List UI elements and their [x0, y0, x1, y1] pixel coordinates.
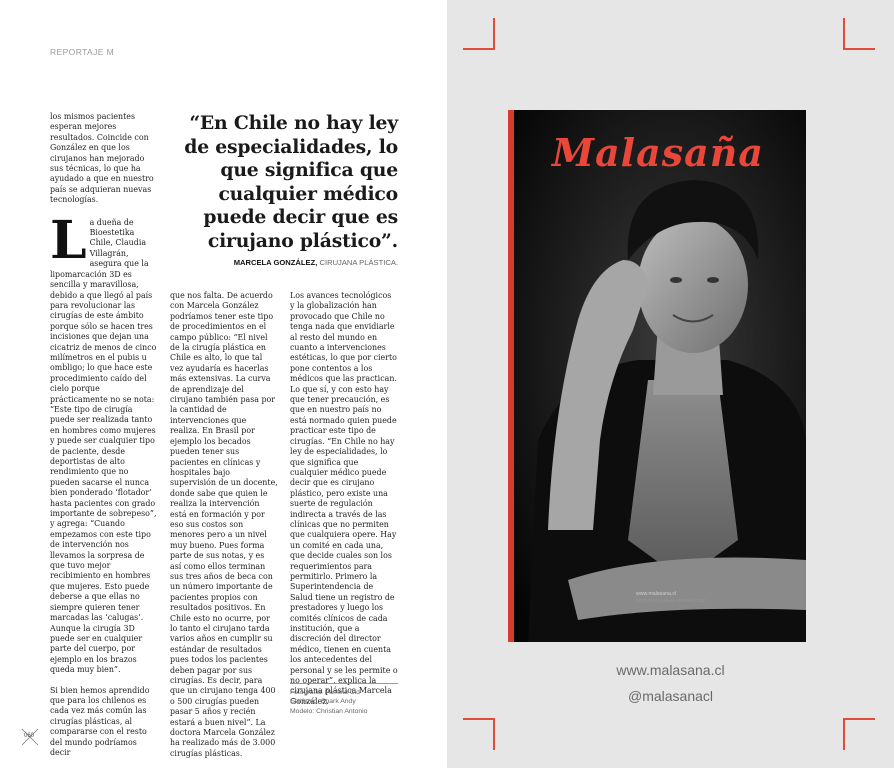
pull-quote: “En Chile no hay ley de especialidades, … — [184, 112, 398, 252]
paragraph: que nos falta. De acuerdo con Marcela Go… — [170, 291, 278, 758]
page-number: 060 — [24, 733, 35, 739]
quote-role: CIRUJANA PLÁSTICA. — [319, 258, 399, 267]
cover-spine — [508, 110, 514, 642]
crop-mark-icon — [843, 18, 875, 50]
credit-photo: Fotografía: Pamela Cid — [290, 689, 360, 696]
paragraph: los mismos pacientes esperan mejores res… — [50, 112, 154, 205]
cover-url: www.malasana.cl — [636, 591, 677, 597]
paragraph: a dueña de Bioestetika Chile, Claudia Vi… — [50, 217, 157, 675]
left-page: REPORTAJE M los mismos pacientes esperan… — [0, 0, 447, 768]
photo-credits: Fotografía: Pamela Cid Estilismo: Spark … — [290, 688, 410, 716]
cover-issue: EDICIÓN 51 | Enero - Febrero | 2017 — [636, 598, 707, 603]
website-link[interactable]: www.malasana.cl — [447, 662, 894, 678]
cover-logo: Malasaña — [552, 130, 765, 175]
paragraph: Si bien hemos aprendido que para los chi… — [50, 685, 150, 757]
section-label: REPORTAJE M — [50, 47, 115, 57]
dropcap: L — [50, 209, 87, 271]
text-column-2: que nos falta. De acuerdo con Marcela Go… — [170, 291, 278, 759]
credit-styling: Estilismo: Spark Andy — [290, 698, 356, 706]
magazine-cover: Malasaña www.malasana.cl EDICIÓN 51 | En… — [508, 110, 806, 642]
crop-mark-icon — [463, 718, 495, 750]
quote-attribution: MARCELA GONZÁLEZ, CIRUJANA PLÁSTICA. — [170, 258, 398, 267]
cover-photo — [508, 110, 806, 642]
text-column-1: los mismos pacientes esperan mejores res… — [50, 112, 158, 758]
credit-model: Modelo: Christian Antonio — [290, 707, 368, 715]
social-handle[interactable]: @malasanacl — [447, 688, 894, 704]
credits-divider — [290, 683, 398, 684]
paragraph: Los avances tecnológicos y la globalizac… — [290, 291, 398, 706]
dropcap-paragraph: L a dueña de Bioestetika Chile, Claudia … — [50, 209, 158, 676]
crop-mark-icon — [843, 718, 875, 750]
quote-author: MARCELA GONZÁLEZ, — [233, 258, 318, 267]
text-column-3: Los avances tecnológicos y la globalizac… — [290, 291, 398, 707]
crop-mark-icon — [463, 18, 495, 50]
